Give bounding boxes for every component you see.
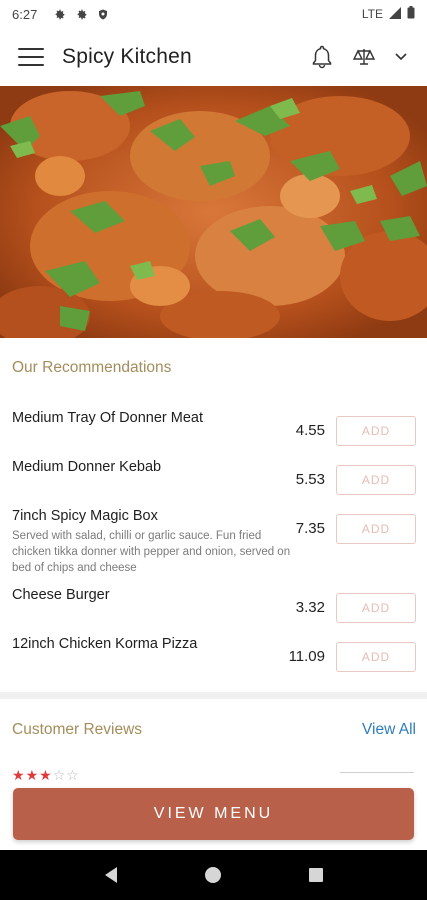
star-filled-icon: ★	[12, 767, 25, 783]
status-right: LTE	[362, 6, 415, 22]
item-price: 5.53	[295, 471, 325, 488]
status-time: 6:27	[12, 6, 38, 22]
settings-icon	[51, 7, 67, 21]
bell-icon[interactable]	[309, 44, 335, 70]
star-empty-icon: ☆	[52, 767, 66, 783]
star-filled-icon: ★	[25, 767, 39, 783]
item-price: 11.09	[288, 648, 325, 665]
network-label: LTE	[361, 7, 383, 21]
menu-icon[interactable]	[18, 46, 44, 68]
item-description: Served with salad, chilli or garlic sauc…	[12, 530, 291, 574]
recommendations-title: Our Recommendations	[12, 359, 172, 376]
view-all-link[interactable]: View All	[362, 721, 416, 739]
status-bar: 6:27 LTE	[0, 0, 427, 28]
review-rating: ★ ★ ★ ☆ ☆	[12, 768, 79, 782]
battery-icon	[407, 6, 415, 22]
home-icon[interactable]	[199, 861, 227, 889]
star-filled-icon: ★	[39, 767, 52, 783]
app-title: Spicy Kitchen	[62, 45, 192, 68]
system-nav-bar	[0, 850, 427, 900]
star-empty-icon: ☆	[66, 767, 79, 783]
item-price: 7.35	[295, 520, 325, 537]
view-menu-button[interactable]: VIEW MENU	[13, 788, 414, 840]
reviews-title: Customer Reviews	[12, 721, 143, 738]
add-button[interactable]: ADD	[336, 416, 416, 446]
app-bar: Spicy Kitchen	[0, 28, 427, 86]
list-item: Medium Donner Kebab 5.53 ADD	[0, 459, 427, 495]
list-item: 12inch Chicken Korma Pizza 11.09 ADD	[0, 636, 427, 672]
section-divider	[0, 692, 427, 699]
item-price: 3.32	[295, 599, 325, 616]
recents-icon[interactable]	[302, 861, 330, 889]
app-actions	[309, 44, 409, 70]
list-item: Medium Tray Of Donner Meat 4.55 ADD	[0, 410, 427, 446]
chevron-down-icon[interactable]	[393, 44, 409, 70]
scale-icon[interactable]	[351, 44, 377, 70]
list-item: 7inch Spicy Magic Box Served with salad,…	[0, 508, 427, 576]
review-date-stub	[340, 772, 414, 780]
add-button[interactable]: ADD	[336, 514, 416, 544]
add-button[interactable]: ADD	[336, 642, 416, 672]
shield-icon	[95, 7, 111, 21]
add-button[interactable]: ADD	[336, 465, 416, 495]
item-price: 4.55	[295, 422, 325, 439]
add-button[interactable]: ADD	[336, 593, 416, 623]
signal-icon	[389, 6, 401, 22]
back-icon[interactable]	[97, 861, 125, 889]
list-item: Cheese Burger 3.32 ADD	[0, 587, 427, 623]
hero-food-image	[0, 86, 427, 338]
settings-icon	[73, 7, 89, 21]
